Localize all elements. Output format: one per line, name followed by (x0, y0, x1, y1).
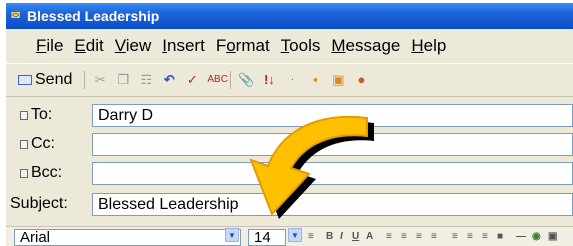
underline-icon[interactable]: U (352, 231, 359, 242)
menu-file[interactable]: File (36, 36, 63, 56)
to-label: To: (31, 106, 53, 123)
send-button[interactable]: Send (18, 71, 72, 89)
subject-field[interactable]: Blessed Leadership (92, 192, 573, 216)
hyperlink-icon[interactable]: ◉ (532, 231, 541, 242)
justify-icon[interactable]: ■ (497, 231, 503, 242)
cc-row: Cc: (6, 130, 573, 158)
offline-icon[interactable]: ● (353, 72, 369, 88)
menu-format[interactable]: Format (216, 36, 270, 56)
subject-label: Subject: (10, 195, 68, 212)
check-names-icon[interactable]: ✓ (184, 72, 200, 88)
horizontal-line-icon[interactable]: — (516, 231, 526, 242)
formatting-toolbar: Arial ▼ 14 ▼ ≡ B I U A ≡ ≡ ≡ ≡ ≡ ≡ ≡ ■ —… (6, 226, 573, 246)
menu-bar: File Edit View Insert Format Tools Messa… (6, 29, 573, 63)
menu-tools[interactable]: Tools (281, 36, 321, 56)
numbering-icon[interactable]: ≡ (386, 231, 392, 242)
font-size-select[interactable]: 14 (248, 229, 286, 246)
to-field[interactable]: Darry D (92, 103, 573, 127)
address-book-icon (20, 110, 28, 120)
font-select[interactable]: Arial (14, 229, 241, 246)
align-center-icon[interactable]: ≡ (467, 231, 473, 242)
window-title: Blessed Leadership (27, 8, 160, 24)
spelling-icon[interactable]: ABC (207, 72, 228, 88)
increase-indent-icon[interactable]: ≡ (431, 231, 437, 242)
menu-help[interactable]: Help (411, 36, 446, 56)
paste-icon[interactable]: ☶ (138, 72, 154, 88)
font-size-value: 14 (254, 229, 271, 246)
cut-icon[interactable]: ✂ (92, 72, 108, 88)
priority-icon[interactable]: !↓ (261, 72, 277, 88)
menu-insert[interactable]: Insert (162, 36, 205, 56)
font-color-icon[interactable]: A (366, 231, 373, 242)
cc-label: Cc: (31, 135, 55, 152)
address-book-icon (20, 168, 28, 178)
bcc-row: Bcc: (6, 159, 573, 187)
to-row: To: Darry D (6, 101, 573, 129)
attach-icon[interactable]: 📎 (238, 72, 254, 88)
font-value: Arial (20, 229, 51, 246)
toolbar-separator (230, 71, 232, 89)
menu-message[interactable]: Message (331, 36, 400, 56)
copy-icon[interactable]: ❐ (115, 72, 131, 88)
envelope-app-icon: ✉ (11, 10, 21, 22)
menu-view[interactable]: View (115, 36, 152, 56)
paragraph-style-icon[interactable]: ≡ (308, 231, 314, 242)
send-label: Send (35, 71, 73, 88)
address-book-icon (20, 139, 28, 149)
align-right-icon[interactable]: ≡ (482, 231, 488, 242)
bcc-label: Bcc: (31, 164, 63, 181)
bcc-button[interactable]: Bcc: (6, 164, 88, 182)
align-left-icon[interactable]: ≡ (452, 231, 458, 242)
italic-icon[interactable]: I (340, 231, 343, 242)
cc-field[interactable] (92, 132, 573, 156)
bcc-field[interactable] (92, 161, 573, 185)
toolbar-separator (84, 71, 86, 89)
subject-row: Subject: Blessed Leadership (6, 190, 573, 218)
menu-edit[interactable]: Edit (74, 36, 103, 56)
title-bar[interactable]: ✉ Blessed Leadership (6, 3, 573, 29)
encrypt-icon[interactable]: ▣ (330, 72, 346, 88)
bold-icon[interactable]: B (326, 231, 333, 242)
insert-picture-icon[interactable]: ▣ (548, 231, 557, 242)
sign-icon[interactable]: ▪ (307, 72, 323, 88)
font-dropdown-icon[interactable]: ▼ (225, 228, 239, 242)
toolbar: Send ✂ ❐ ☶ ↶ ✓ ABC 📎 !↓ · ▪ ▣ ● (6, 63, 573, 97)
size-dropdown-icon[interactable]: ▼ (288, 228, 302, 242)
compose-window: ✉ Blessed Leadership File Edit View Inse… (6, 3, 573, 246)
undo-icon[interactable]: ↶ (161, 72, 177, 88)
dropdown-arrow-icon[interactable]: · (284, 72, 300, 88)
to-button[interactable]: To: (6, 106, 88, 124)
decrease-indent-icon[interactable]: ≡ (416, 231, 422, 242)
send-icon (18, 75, 32, 85)
bullets-icon[interactable]: ≡ (401, 231, 407, 242)
cc-button[interactable]: Cc: (6, 135, 88, 153)
